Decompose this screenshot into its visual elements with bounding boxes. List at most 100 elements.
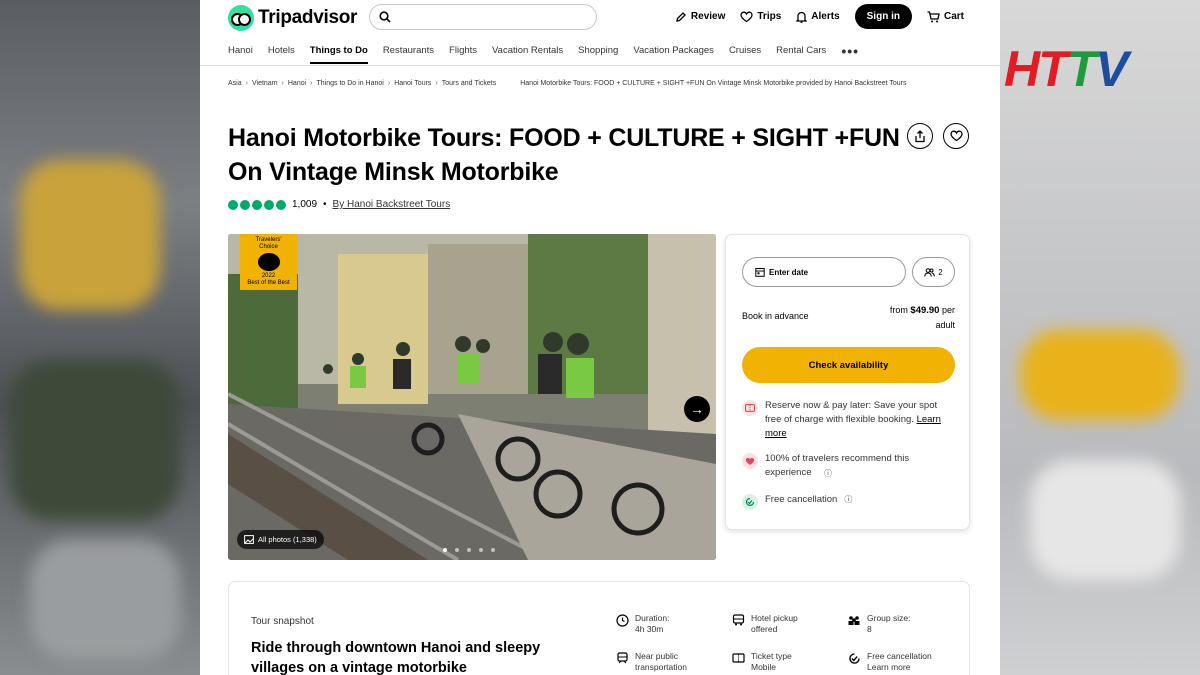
tour-snapshot: Tour snapshot Ride through downtown Hano… [228,581,970,675]
breadcrumb-vietnam[interactable]: Vietnam [252,80,278,87]
more-options-icon[interactable]: ••• [841,43,859,59]
breadcrumb-hanoi[interactable]: Hanoi [288,80,306,87]
logo-text: Tripadvisor [258,7,358,28]
next-photo-button[interactable]: → [684,396,710,422]
refresh-check-icon [742,494,758,510]
save-button[interactable] [943,123,969,149]
photo-scene [228,234,716,560]
transport-title: Near public [635,651,678,661]
cart-icon [927,10,940,22]
snapshot-group-size: Group size: 8 [847,613,910,635]
pickup-text-wrap: Hotel pickup offered [751,613,798,635]
trips-label: Trips [757,11,782,22]
bus-icon [731,613,745,627]
pagination-dot[interactable] [443,548,447,552]
pagination-dot[interactable] [491,548,495,552]
pagination-dot[interactable] [455,548,459,552]
nav-item-things-to-do[interactable]: Things to Do [309,37,368,64]
snapshot-transport: Near public transportation [615,651,687,673]
trips-button[interactable]: Trips [740,11,781,23]
reserve-feature: Reserve now & pay later: Save your spot … [742,399,955,441]
guests-selector[interactable]: 2 [912,257,955,287]
price-value: $49.90 [910,305,940,316]
breadcrumb-tours-tickets[interactable]: Tours and Tickets [442,80,496,87]
booking-card: Enter date 2 Book in advance from $49.90… [725,234,970,530]
badge-year: 2022 [261,273,276,279]
price-from: from [889,305,908,315]
signin-button[interactable]: Sign in [854,4,912,29]
nav-item-rental-cars[interactable]: Rental Cars [776,45,826,56]
nav-item-restaurants[interactable]: Restaurants [383,45,434,56]
nav-item-flights[interactable]: Flights [449,45,477,56]
logo[interactable]: Tripadvisor [228,5,357,31]
pickup-value: offered [751,624,778,634]
duration-title: Duration: [635,613,670,623]
search-bar[interactable] [369,4,597,30]
laurel-icon [257,253,280,271]
reserve-text: Reserve now & pay later: Save your spot … [765,400,938,425]
cart-button[interactable]: Cart [927,10,964,23]
info-icon[interactable]: ⓘ [824,467,832,481]
breadcrumb-asia[interactable]: Asia [228,80,242,87]
share-button[interactable] [907,123,933,149]
background-left [0,0,200,675]
rating-bubbles[interactable] [228,199,286,210]
rating-bubble [252,199,262,210]
cancellation-text-wrap: Free cancellation Learn more [867,651,932,673]
heart-filled-icon [742,453,758,469]
pagination-dot[interactable] [479,548,483,552]
duration-text-wrap: Duration: 4h 30m [635,613,670,635]
check-availability-button[interactable]: Check availability [742,347,955,383]
heart-icon [949,130,963,142]
badge-sub: Best of the Best [247,280,290,286]
background-right [1000,0,1200,675]
breadcrumb-hanoi-tours[interactable]: Hanoi Tours [394,80,431,87]
group-icon [847,613,861,627]
cancellation-title: Free cancellation [867,651,932,661]
alerts-button[interactable]: Alerts [796,11,840,23]
htv-channel-logo: H T T V [1004,44,1129,94]
rating-separator: • [323,199,327,210]
date-placeholder: Enter date [769,267,809,277]
cancellation-feature: Free cancellation ⓘ [742,493,955,510]
group-text-wrap: Group size: 8 [867,613,910,635]
all-photos-button[interactable]: All photos (1,338) [237,530,324,549]
ticket-icon [742,400,758,416]
tripadvisor-page: Tripadvisor Review Trips Alerts Sign in … [200,0,1000,675]
pagination-dot[interactable] [467,548,471,552]
info-icon[interactable]: ⓘ [844,493,852,510]
cancellation-value[interactable]: Learn more [867,662,910,672]
review-count[interactable]: 1,009 [292,199,317,210]
pencil-icon [676,11,686,22]
badge-line2: Choice [259,244,278,250]
clock-icon [615,613,629,627]
nav-item-shopping[interactable]: Shopping [578,45,618,56]
reserve-text-wrap: Reserve now & pay later: Save your spot … [765,399,955,441]
nav-item-cruises[interactable]: Cruises [729,45,761,56]
operator-link[interactable]: By Hanoi Backstreet Tours [333,199,451,210]
nav-item-vacation-packages[interactable]: Vacation Packages [633,45,714,56]
search-input[interactable] [397,11,587,23]
nav-item-hotels[interactable]: Hotels [268,45,295,56]
breadcrumb-things-to-do[interactable]: Things to Do in Hanoi [317,80,384,87]
guests-count: 2 [938,267,943,277]
ticket-title: Ticket type [751,651,792,661]
date-input[interactable]: Enter date [742,257,906,287]
snapshot-headline: Ride through downtown Hanoi and sleepy v… [251,640,541,675]
tour-photo[interactable]: Travelers' Choice 2022 Best of the Best … [228,234,716,560]
rating-bubble [240,199,250,210]
nav-item-hanoi[interactable]: Hanoi [228,45,253,56]
snapshot-ticket: Ticket type Mobile [731,651,792,673]
snapshot-duration: Duration: 4h 30m [615,613,670,635]
heart-icon [740,11,754,22]
page-title: Hanoi Motorbike Tours: FOOD + CULTURE + … [228,124,900,186]
ticket-text-wrap: Ticket type Mobile [751,651,792,673]
review-button[interactable]: Review [675,11,725,23]
price-unit: adult [935,320,955,330]
rating-bubble [276,199,286,210]
photo-pagination [443,548,495,552]
ticket-value: Mobile [751,662,777,672]
nav-item-vacation-rentals[interactable]: Vacation Rentals [492,45,563,56]
all-photos-label: All photos (1,338) [258,535,317,544]
pickup-title: Hotel pickup [751,613,798,623]
